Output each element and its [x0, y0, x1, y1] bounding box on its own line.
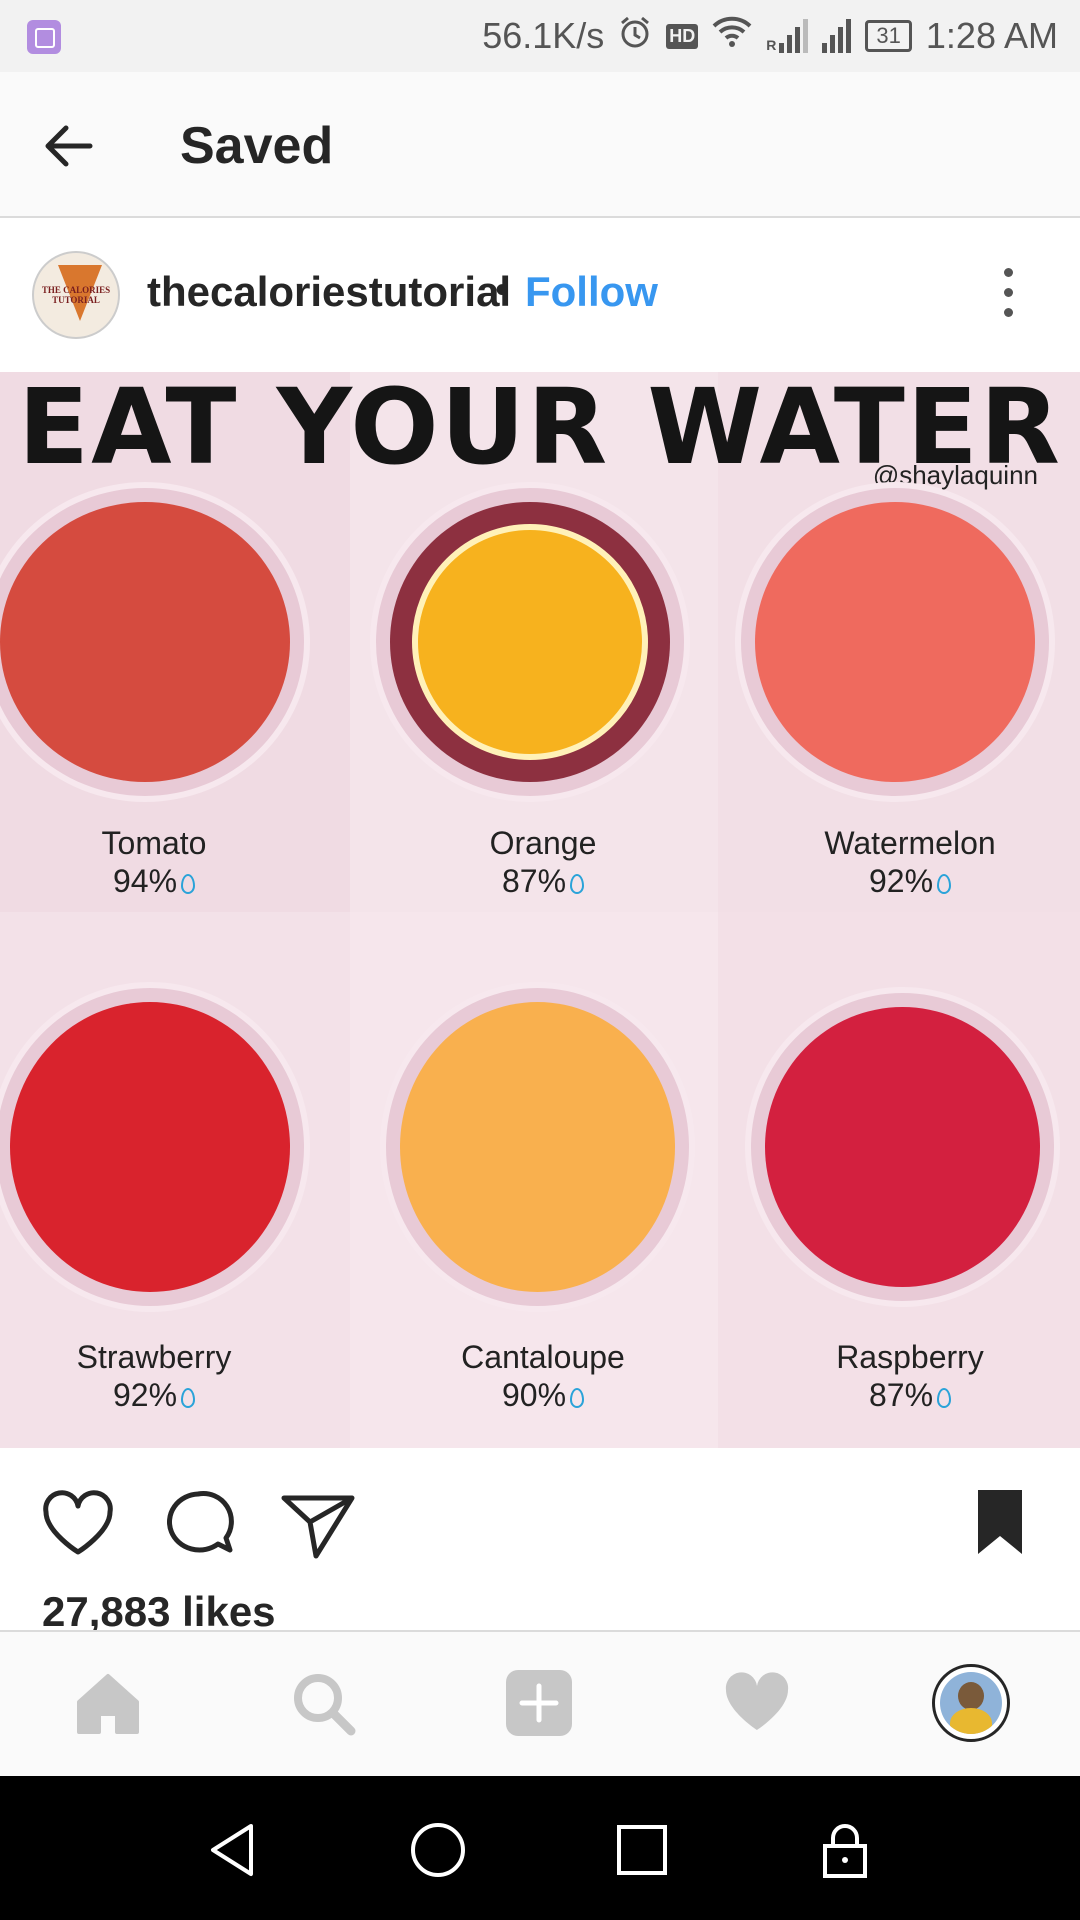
- water-drop-icon: [937, 1388, 952, 1408]
- fruit-name: Raspberry: [836, 1339, 984, 1375]
- more-options-icon[interactable]: [1000, 268, 1016, 324]
- fruit-percent: 92%: [868, 863, 934, 899]
- fruit-label-raspberry: Raspberry 87%: [760, 1338, 1060, 1414]
- clock: 1:28 AM: [925, 15, 1058, 56]
- water-drop-icon: [570, 874, 585, 894]
- fruit-percent: 87%: [501, 863, 567, 899]
- follow-button[interactable]: Follow: [525, 268, 658, 316]
- bottom-tab-bar: [0, 1630, 1080, 1778]
- fruit-label-strawberry: Strawberry 92%: [4, 1338, 304, 1414]
- fruit-percent: 87%: [868, 1377, 934, 1413]
- home-circle-icon[interactable]: [408, 1820, 468, 1880]
- signal-icon-2: [822, 19, 852, 53]
- signal-icon-1: R: [766, 19, 809, 53]
- share-send-icon[interactable]: [280, 1486, 356, 1562]
- fruit-label-cantaloupe: Cantaloupe 90%: [393, 1338, 693, 1414]
- water-drop-icon: [570, 1388, 585, 1408]
- like-heart-icon[interactable]: [40, 1486, 116, 1562]
- activity-heart-icon[interactable]: [722, 1668, 792, 1738]
- fruit-percent: 90%: [501, 1377, 567, 1413]
- post-header: THE CALORIES TUTORIAL thecaloriestutoria…: [0, 218, 1080, 370]
- back-triangle-icon[interactable]: [203, 1820, 263, 1880]
- roaming-label: R: [766, 37, 777, 53]
- fruit-label-tomato: Tomato 94%: [4, 824, 304, 900]
- lock-icon[interactable]: [815, 1820, 875, 1880]
- fruit-percent: 92%: [112, 1377, 178, 1413]
- username[interactable]: thecaloriestutorial: [147, 268, 511, 316]
- fruit-label-watermelon: Watermelon 92%: [760, 824, 1060, 900]
- fruit-percent: 94%: [112, 863, 178, 899]
- cantaloupe-bowl: [380, 982, 695, 1312]
- post-actions: 27,883 likes: [0, 1450, 1080, 1635]
- fruit-name: Tomato: [101, 825, 207, 861]
- new-post-plus-icon[interactable]: [504, 1668, 574, 1738]
- wifi-icon: [712, 15, 752, 57]
- water-drop-icon: [181, 1388, 196, 1408]
- water-drop-icon: [937, 874, 952, 894]
- search-icon[interactable]: [288, 1668, 358, 1738]
- bookmark-icon[interactable]: [970, 1486, 1046, 1562]
- watermelon-bowl: [735, 482, 1055, 802]
- fruit-name: Strawberry: [76, 1339, 232, 1375]
- fruit-label-orange: Orange 87%: [393, 824, 693, 900]
- strawberry-bowl: [0, 982, 310, 1312]
- top-bar: Saved: [0, 72, 1080, 218]
- fruit-name: Cantaloupe: [461, 1339, 625, 1375]
- network-speed: 56.1K/s: [482, 15, 605, 56]
- fruit-name: Orange: [489, 825, 597, 861]
- android-nav-bar: [0, 1776, 1080, 1920]
- hd-icon: HD: [666, 23, 699, 49]
- orange-bowl: [370, 482, 690, 802]
- fruit-name: Watermelon: [824, 825, 996, 861]
- profile-tab-avatar[interactable]: [932, 1664, 1010, 1742]
- separator-dot: •: [495, 268, 510, 312]
- home-icon[interactable]: [73, 1668, 143, 1738]
- avatar-photo: [940, 1672, 1002, 1734]
- post-image[interactable]: EAT YOUR WATER @shaylaquinn Tomato 94% O…: [0, 372, 1080, 1448]
- back-arrow-icon[interactable]: [40, 118, 96, 174]
- status-bar: 56.1K/s HD R 31 1:28 AM: [0, 0, 1080, 72]
- profile-avatar[interactable]: THE CALORIES TUTORIAL: [32, 251, 120, 339]
- gallery-app-icon: [27, 20, 61, 54]
- recents-square-icon[interactable]: [612, 1820, 672, 1880]
- likes-count[interactable]: 27,883 likes: [42, 1588, 276, 1636]
- water-drop-icon: [181, 874, 196, 894]
- battery-icon: 31: [865, 20, 912, 52]
- alarm-icon: [618, 15, 652, 58]
- raspberry-bowl: [745, 987, 1060, 1307]
- page-title: Saved: [180, 117, 334, 175]
- orange-slice: [412, 524, 648, 760]
- status-right: 56.1K/s HD R 31 1:28 AM: [482, 0, 1058, 72]
- avatar-text: THE CALORIES TUTORIAL: [41, 285, 111, 305]
- comment-icon[interactable]: [160, 1486, 236, 1562]
